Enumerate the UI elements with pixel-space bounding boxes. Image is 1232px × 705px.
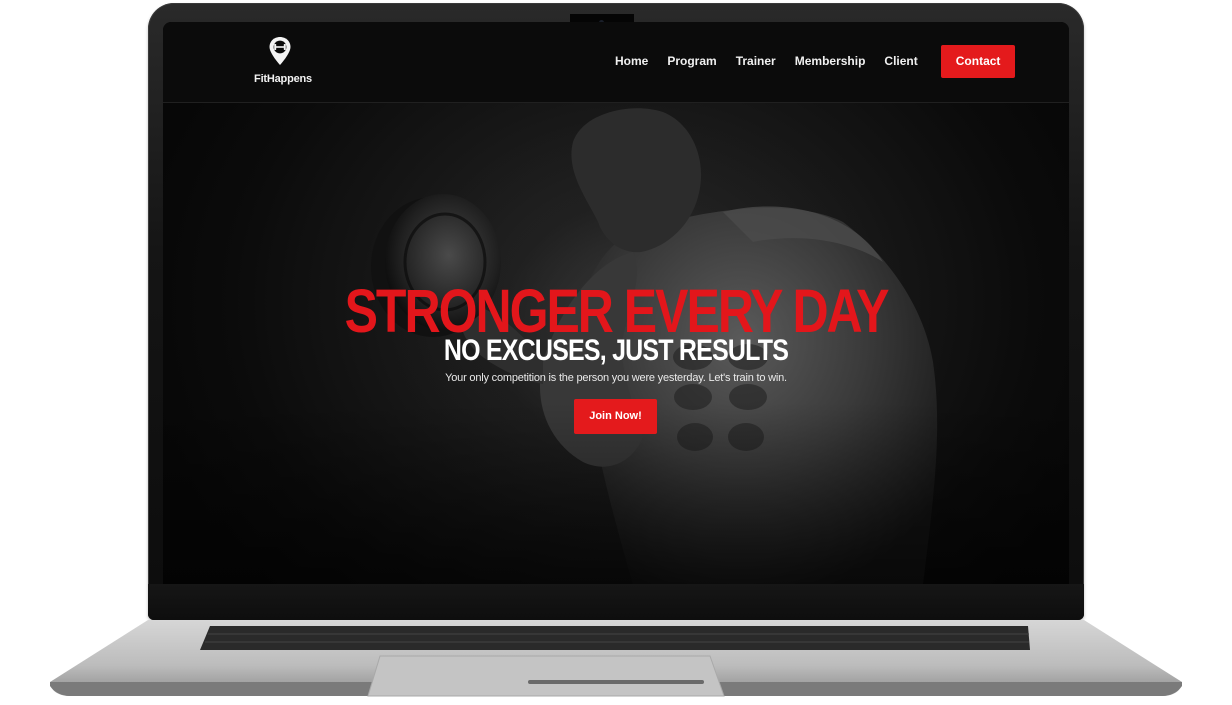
logo-text: FitHappens [254,73,312,85]
main-nav: Home Program Trainer Membership Client C… [615,44,1016,78]
site-header: FitHappens Home Program Trainer Membersh… [163,22,1069,103]
join-now-button[interactable]: Join Now! [574,399,657,434]
laptop-base [50,620,1182,697]
nav-item-membership[interactable]: Membership [795,54,866,68]
hero-subtitle: NO EXCUSES, JUST RESULTS [443,333,789,367]
laptop-screen: FitHappens Home Program Trainer Membersh… [163,22,1069,584]
screen-bottom-bezel [148,584,1084,620]
nav-item-home[interactable]: Home [615,54,648,68]
hero-section: STRONGER EVERY DAY NO EXCUSES, JUST RESU… [163,102,1069,584]
hero-title: STRONGER EVERY DAY [344,276,890,346]
keyboard [200,626,1030,650]
logo-pin-icon [269,37,291,65]
site-logo[interactable]: FitHappens [248,36,318,92]
nav-item-client[interactable]: Client [884,54,917,68]
contact-button[interactable]: Contact [940,44,1016,78]
laptop-mockup: FitHappens Home Program Trainer Membersh… [0,0,1232,705]
hero-tagline: Your only competition is the person you … [445,372,787,384]
nav-item-program[interactable]: Program [667,54,716,68]
trackpad [367,655,725,697]
nav-item-trainer[interactable]: Trainer [736,54,776,68]
